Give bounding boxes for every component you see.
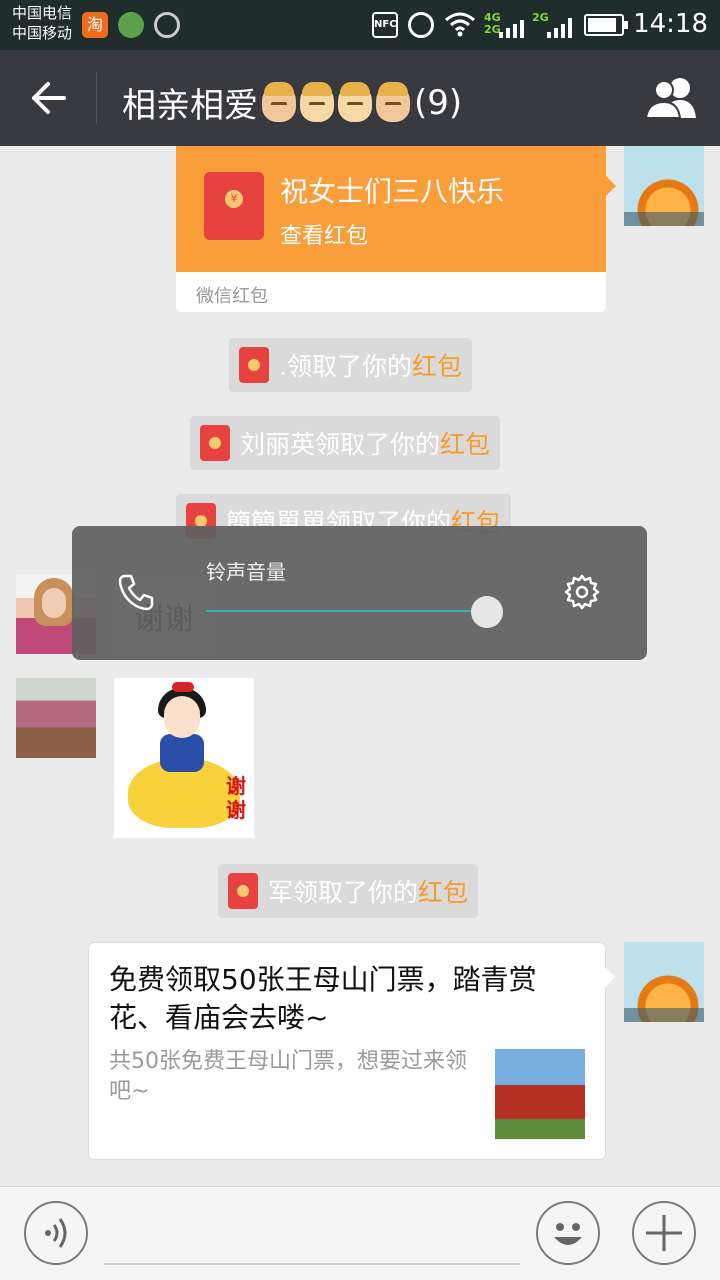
volume-popup: 铃声音量 [72,526,647,660]
carrier-1: 中国电信 [12,4,73,22]
carrier-info: 中国电信 中国移动 [12,3,72,43]
voice-input-button[interactable] [24,1201,88,1265]
header-divider [96,72,97,124]
red-packet-icon [204,172,264,240]
back-arrow-icon[interactable] [26,78,70,118]
taobao-icon: 淘 [82,12,108,38]
boy-emoji-icon [376,81,410,122]
carrier-2: 中国移动 [12,24,73,42]
girl-emoji-icon [338,81,372,122]
message-input[interactable] [104,1263,520,1265]
battery-icon [584,14,628,36]
red-packet-message[interactable]: 祝女士们三八快乐 查看红包 微信红包 [176,146,616,312]
red-packet-mini-icon [200,425,230,461]
system-message: .领取了你的 红包 [229,338,472,392]
red-packet-link[interactable]: 红包 [440,425,490,461]
woman-emoji-icon [300,81,334,122]
music-icon [154,12,180,38]
group-members-icon[interactable] [644,76,700,120]
notification-app-icon [118,12,144,38]
volume-slider-track[interactable] [206,610,502,612]
system-message: 刘丽英领取了你的 红包 [190,416,501,470]
member-count: (9) [414,82,463,123]
red-packet-body: 祝女士们三八快乐 查看红包 [176,146,616,272]
signal-4g-icon: 4G 2G [484,12,524,38]
sticker-message[interactable]: 谢谢 [114,678,254,838]
man-emoji-icon [262,81,296,122]
system-text: 刘丽英领取了你的 [240,430,441,459]
my-avatar[interactable] [624,146,704,226]
chat-title: 相亲相爱 (9) [122,78,462,127]
signal-2g-icon: 2G [532,12,572,38]
card-description: 共50张免费王母山门票，想要过来领吧~ [109,1049,467,1104]
settings-gear-icon[interactable] [562,572,602,612]
card-thumbnail [495,1049,585,1139]
ringer-volume-label: 铃声音量 [206,560,286,584]
card-title: 免费领取50张王母山门票，踏青赏花、看庙会去喽~ [109,963,537,1034]
sticker-text: 谢谢 [226,774,246,822]
alarm-icon [408,12,434,38]
more-plus-button[interactable] [632,1201,696,1265]
red-packet-link[interactable]: 红包 [418,873,468,909]
system-text: 军领取了你的 [268,878,419,907]
status-bar: 中国电信 中国移动 淘 NFC 4G 2G 2G 14:18 [0,0,720,50]
chat-header: 相亲相爱 (9) [0,50,720,146]
sender-avatar[interactable] [16,678,96,758]
red-packet-title: 祝女士们三八快乐 [280,175,505,208]
system-message: 军领取了你的 红包 [218,864,479,918]
phone-icon [116,572,156,612]
group-name: 相亲相爱 [122,86,258,126]
red-packet-link[interactable]: 红包 [412,347,462,383]
input-bar [0,1186,720,1280]
red-packet-footer: 微信红包 [196,286,268,307]
red-packet-action: 查看红包 [280,224,369,249]
volume-slider-thumb[interactable] [471,596,504,628]
system-text: .领取了你的 [279,352,412,381]
emoji-button[interactable] [536,1201,600,1265]
my-avatar[interactable] [624,942,704,1022]
clock: 14:18 [633,9,708,39]
nfc-icon: NFC [372,12,398,38]
red-packet-mini-icon [228,873,258,909]
link-card-message[interactable]: 免费领取50张王母山门票，踏青赏花、看庙会去喽~ 共50张免费王母山门票，想要过… [88,942,615,1160]
wifi-icon [444,12,476,38]
red-packet-mini-icon [239,347,269,383]
